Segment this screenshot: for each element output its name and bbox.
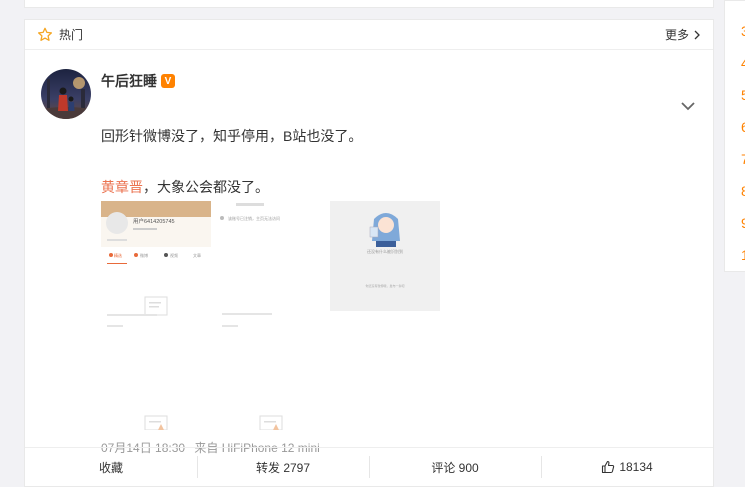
post-image-1[interactable]: 用户6414205745 精选 微博 视频 文章 [101,201,211,348]
post-image-3[interactable]: 还没有什么被识别到 你还没有微博哦，发布一条吧 [330,201,440,311]
rank-number: 4 [741,55,745,71]
hot-title: 热门 [59,28,84,42]
chevron-right-icon [694,30,700,39]
like-button[interactable]: 18134 [541,448,713,486]
post-menu-chevron-icon[interactable] [679,100,697,112]
rank-number: 3 [741,23,745,39]
hot-search-side-panel: 3 4 5 6 7 8 9 1 [724,0,745,272]
deleted-account-notice: 该账号已注销，主页无法访问 [228,215,280,221]
repost-label: 转发 2797 [255,460,311,475]
star-icon [37,27,53,41]
like-count: 18134 [619,460,653,474]
rank-number: 6 [741,119,745,135]
profile-tab-3: 视频 [170,252,178,258]
profile-tab-2: 微博 [140,252,148,258]
post-text-line1: 回形针微博没了，知乎停用，B站也没了。 [101,128,363,144]
author-name[interactable]: 午后狂睡 V [101,71,175,91]
avatar[interactable] [41,69,91,119]
comment-label: 评论 900 [431,460,479,475]
rank-number: 9 [741,215,745,231]
verified-badge-icon: V [161,74,175,88]
more-label: 更多 [664,28,689,42]
profile-username: 用户6414205745 [133,217,175,225]
weibo-post: 午后狂睡 V 回形针微博没了，知乎停用，B站也没了。 黄章晋，大象公会都没了。 … [25,50,713,455]
rank-number: 1 [741,247,745,263]
favorite-button[interactable]: 收藏 [25,448,197,486]
empty-state-subtext: 你还没有微博哦，发布一条吧 [365,283,404,288]
more-link[interactable]: 更多 [665,26,701,43]
action-bar: 收藏 转发 2797 评论 900 18134 [25,447,713,486]
favorite-label: 收藏 [98,460,123,475]
profile-tab-4: 文章 [193,252,201,258]
repost-button[interactable]: 转发 2797 [197,448,369,486]
post-text-line2-rest: ，大象公会都没了。 [143,179,269,195]
empty-state-text: 还没有什么被识别到 [367,248,403,254]
post-image-5[interactable] [216,350,326,430]
author-name-text: 午后狂睡 [101,73,157,89]
comment-button[interactable]: 评论 900 [369,448,541,486]
hot-feed-card: 热门 更多 午后狂睡 V 回形针微博没了，知乎停用，B站也没了。 黄章晋，大象公… [24,19,714,487]
post-text-line2: 黄章晋，大象公会都没了。 [101,177,269,197]
hot-header: 热门 更多 [25,20,713,50]
post-image-4[interactable] [101,350,211,430]
thumbs-up-icon [602,460,615,474]
post-image-2[interactable]: 该账号已注销，主页无法访问 [216,201,326,348]
rank-number: 5 [741,87,745,103]
rank-number: 8 [741,183,745,199]
profile-tab-1: 精选 [114,252,122,258]
rank-number: 7 [741,151,745,167]
previous-card-bottom [24,0,714,8]
mention-link[interactable]: 黄章晋 [101,179,143,195]
